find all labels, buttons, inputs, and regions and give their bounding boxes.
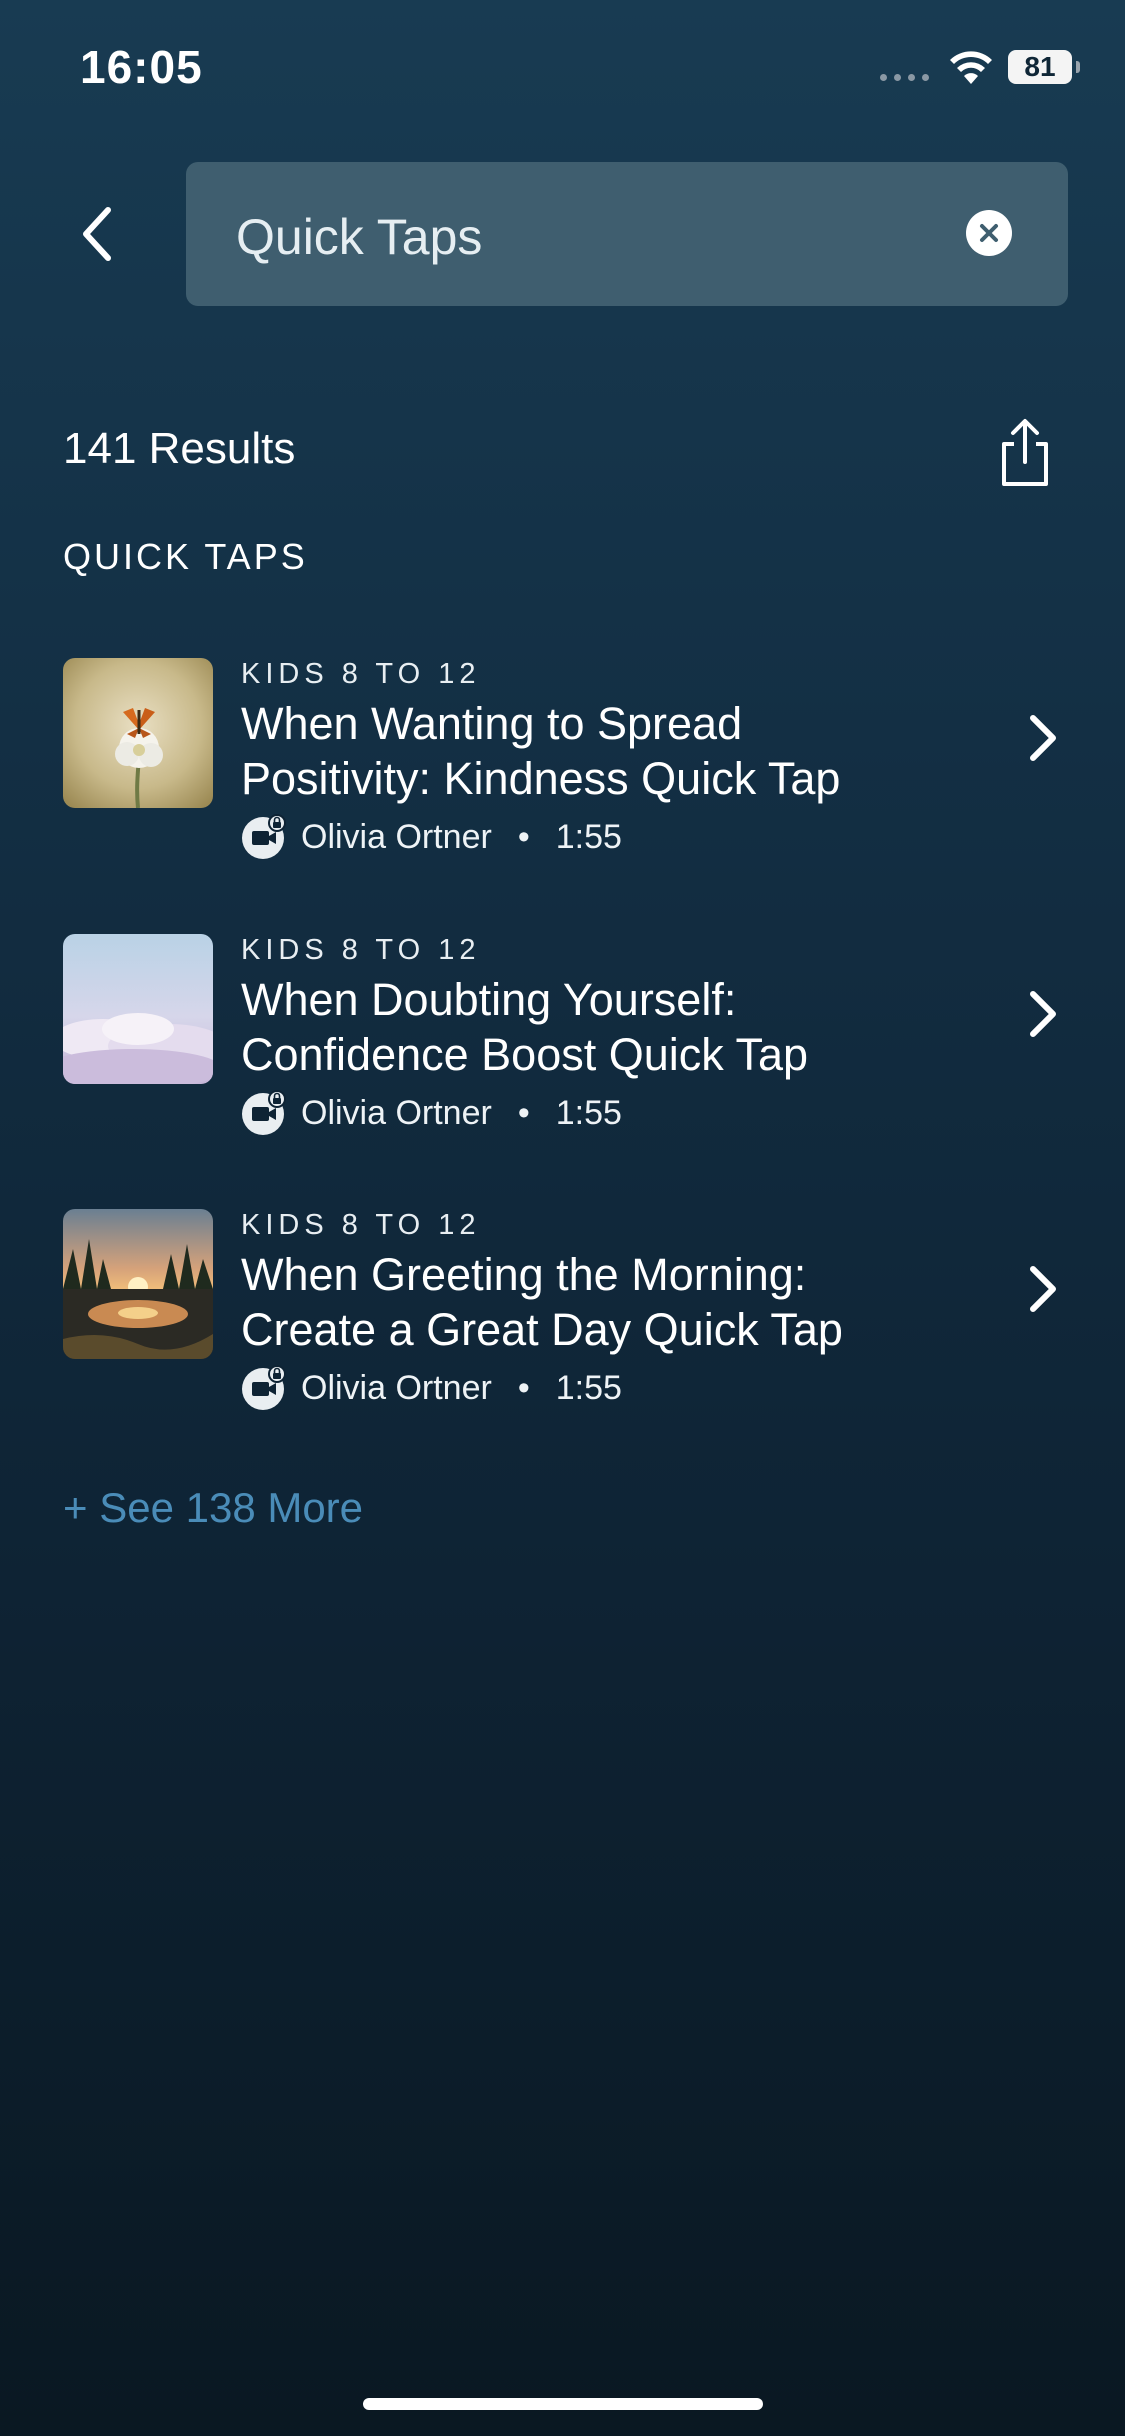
- item-byline: Olivia Ortner • 1:55: [241, 1365, 941, 1411]
- list-item[interactable]: KIDS 8 TO 12 When Wanting to Spread Posi…: [63, 658, 1083, 908]
- cellular-signal-icon: [880, 74, 929, 81]
- list-item[interactable]: KIDS 8 TO 12 When Greeting the Morning: …: [63, 1209, 1083, 1459]
- search-input[interactable]: Quick Taps: [236, 208, 482, 266]
- results-count: 141 Results: [63, 424, 296, 473]
- wifi-icon: [948, 50, 994, 91]
- search-field[interactable]: Quick Taps: [186, 162, 1068, 306]
- item-category: KIDS 8 TO 12: [241, 658, 481, 690]
- separator-dot: •: [517, 817, 530, 856]
- item-category: KIDS 8 TO 12: [241, 1209, 481, 1241]
- thumbnail-sunrise-lake-image: [63, 1209, 213, 1359]
- battery-icon: 81: [1008, 50, 1080, 84]
- separator-dot: •: [517, 1368, 530, 1407]
- separator-dot: •: [517, 1093, 530, 1132]
- status-bar: 16:05 81: [0, 0, 1125, 140]
- video-lock-icon: [241, 1365, 287, 1411]
- clear-search-button[interactable]: [966, 210, 1012, 256]
- share-button[interactable]: [992, 416, 1058, 490]
- item-title: When Wanting to Spread Positivity: Kindn…: [241, 698, 841, 804]
- chevron-right-icon: [1023, 708, 1063, 768]
- video-lock-icon: [241, 1090, 287, 1136]
- share-icon: [1002, 419, 1048, 486]
- battery-level: 81: [1024, 51, 1056, 82]
- see-more-link[interactable]: + See 138 More: [63, 1484, 363, 1532]
- chevron-right-icon: [1023, 984, 1063, 1044]
- back-button[interactable]: [72, 198, 122, 270]
- list-item[interactable]: KIDS 8 TO 12 When Doubting Yourself: Con…: [63, 934, 1083, 1184]
- item-duration: 1:55: [555, 1368, 622, 1407]
- item-category: KIDS 8 TO 12: [241, 934, 481, 966]
- close-icon: [980, 224, 998, 242]
- chevron-left-icon: [83, 207, 111, 261]
- item-duration: 1:55: [555, 1093, 622, 1132]
- item-title: When Doubting Yourself: Confidence Boost…: [241, 974, 809, 1080]
- home-indicator[interactable]: [363, 2398, 763, 2410]
- status-time: 16:05: [80, 41, 203, 93]
- item-byline: Olivia Ortner • 1:55: [241, 1090, 941, 1136]
- thumbnail-butterfly-image: [63, 658, 213, 808]
- item-author: Olivia Ortner: [301, 1368, 492, 1407]
- item-author: Olivia Ortner: [301, 1093, 492, 1132]
- item-byline: Olivia Ortner • 1:55: [241, 814, 941, 860]
- section-title: QUICK TAPS: [63, 536, 308, 577]
- chevron-right-icon: [1023, 1259, 1063, 1319]
- item-title: When Greeting the Morning: Create a Grea…: [241, 1249, 843, 1355]
- item-duration: 1:55: [555, 817, 622, 856]
- item-author: Olivia Ortner: [301, 817, 492, 856]
- video-lock-icon: [241, 814, 287, 860]
- thumbnail-clouds-image: [63, 934, 213, 1084]
